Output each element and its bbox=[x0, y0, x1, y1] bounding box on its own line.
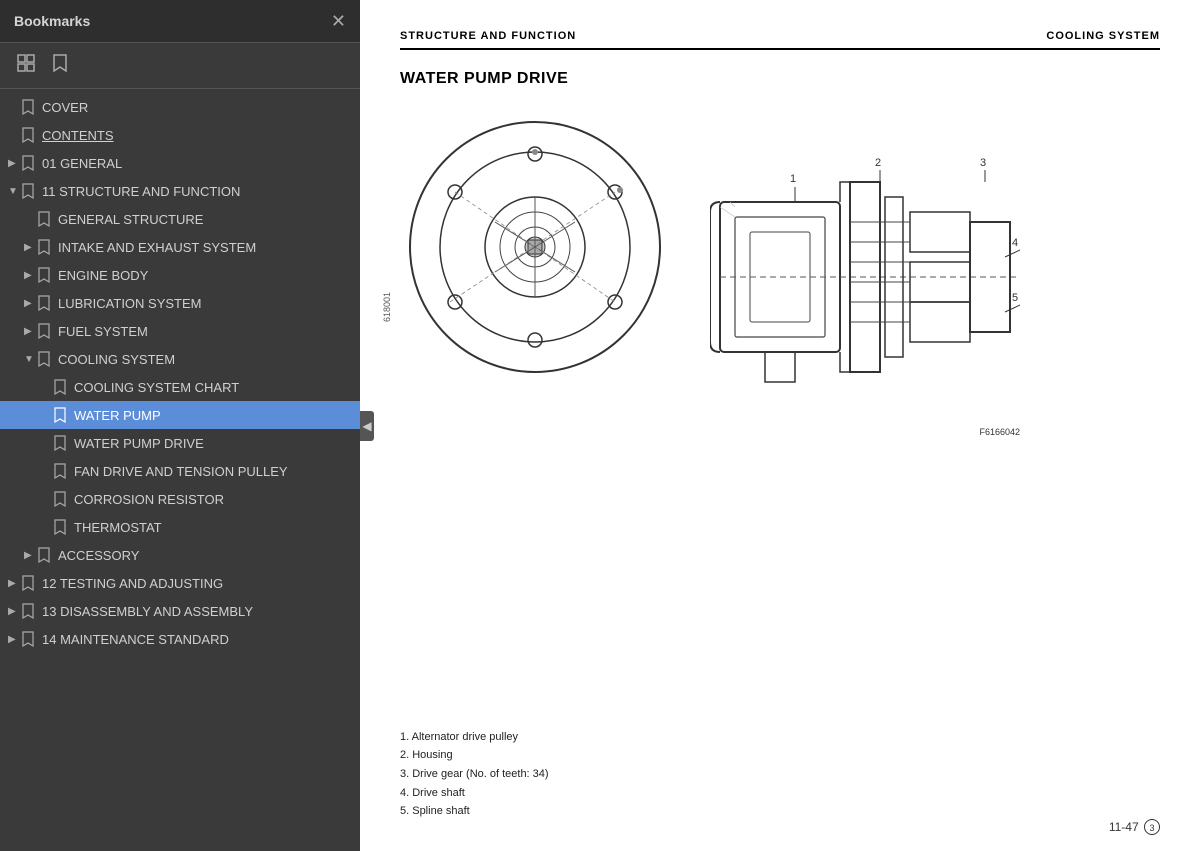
sidebar-toolbar bbox=[0, 43, 360, 89]
bookmark-icon-fuel-system bbox=[38, 323, 52, 339]
bookmark-icon-fan-drive bbox=[54, 463, 68, 479]
bookmark-icon-12-testing bbox=[22, 575, 36, 591]
fig-label-f6166042: F6166042 bbox=[979, 427, 1020, 437]
item-label-13-disassembly: 13 DISASSEMBLY AND ASSEMBLY bbox=[42, 604, 352, 619]
sidebar-item-11-structure[interactable]: ▼11 STRUCTURE AND FUNCTION bbox=[0, 177, 360, 205]
bookmark-icon-thermostat bbox=[54, 519, 68, 535]
item-label-cooling-system: COOLING SYSTEM bbox=[58, 352, 352, 367]
item-label-engine-body: ENGINE BODY bbox=[58, 268, 352, 283]
sidebar-item-lubrication[interactable]: ▶LUBRICATION SYSTEM bbox=[0, 289, 360, 317]
item-label-contents: CONTENTS bbox=[42, 128, 352, 143]
doc-header: STRUCTURE AND FUNCTION COOLING SYSTEM bbox=[400, 30, 1160, 50]
sidebar-item-fan-drive[interactable]: ▶FAN DRIVE AND TENSION PULLEY bbox=[0, 457, 360, 485]
item-label-general-structure: GENERAL STRUCTURE bbox=[58, 212, 352, 227]
bookmark-icon-water-pump-drive bbox=[54, 435, 68, 451]
item-label-accessory: ACCESSORY bbox=[58, 548, 352, 563]
legend-item: 2. Housing bbox=[400, 746, 1160, 765]
sidebar-item-general-structure[interactable]: ▶GENERAL STRUCTURE bbox=[0, 205, 360, 233]
main-content: STRUCTURE AND FUNCTION COOLING SYSTEM WA… bbox=[360, 0, 1200, 851]
section-title: WATER PUMP DRIVE bbox=[400, 70, 1160, 88]
legend-item: 1. Alternator drive pulley bbox=[400, 728, 1160, 747]
collapse-sidebar-handle[interactable]: ◀ bbox=[360, 411, 374, 441]
item-label-fan-drive: FAN DRIVE AND TENSION PULLEY bbox=[74, 464, 352, 479]
svg-text:3: 3 bbox=[980, 157, 986, 169]
item-label-corrosion: CORROSION RESISTOR bbox=[74, 492, 352, 507]
close-button[interactable]: ✕ bbox=[331, 12, 346, 30]
item-label-thermostat: THERMOSTAT bbox=[74, 520, 352, 535]
bookmark-icon-corrosion bbox=[54, 491, 68, 507]
bookmark-icon-accessory bbox=[38, 547, 52, 563]
bookmark-icon-lubrication bbox=[38, 295, 52, 311]
legend-section: 1. Alternator drive pulley2. Housing3. D… bbox=[400, 728, 1160, 821]
sidebar-item-accessory[interactable]: ▶ACCESSORY bbox=[0, 541, 360, 569]
bookmark-icon-water-pump bbox=[54, 407, 68, 423]
item-label-cooling-chart: COOLING SYSTEM CHART bbox=[74, 380, 352, 395]
sidebar-item-13-disassembly[interactable]: ▶13 DISASSEMBLY AND ASSEMBLY bbox=[0, 597, 360, 625]
legend-item: 5. Spline shaft bbox=[400, 802, 1160, 821]
svg-text:4: 4 bbox=[1012, 237, 1018, 249]
bookmark-icon-01-general bbox=[22, 155, 36, 171]
bookmark-icon-cooling-chart bbox=[54, 379, 68, 395]
bookmark-tool-button[interactable] bbox=[48, 51, 72, 80]
sidebar-item-corrosion[interactable]: ▶CORROSION RESISTOR bbox=[0, 485, 360, 513]
pump-face-svg bbox=[400, 112, 670, 382]
sidebar-tree: ▶COVER▶CONTENTS▶01 GENERAL▼11 STRUCTURE … bbox=[0, 89, 360, 851]
sidebar-item-14-maintenance[interactable]: ▶14 MAINTENANCE STANDARD bbox=[0, 625, 360, 653]
svg-text:5: 5 bbox=[1012, 292, 1018, 304]
document-page: STRUCTURE AND FUNCTION COOLING SYSTEM WA… bbox=[360, 0, 1200, 851]
doc-header-left: STRUCTURE AND FUNCTION bbox=[400, 30, 576, 42]
sidebar-item-water-pump[interactable]: ▶WATER PUMP bbox=[0, 401, 360, 429]
svg-text:1: 1 bbox=[790, 173, 796, 185]
sidebar-item-intake-exhaust[interactable]: ▶INTAKE AND EXHAUST SYSTEM bbox=[0, 233, 360, 261]
legend-item: 4. Drive shaft bbox=[400, 784, 1160, 803]
legend-item: 3. Drive gear (No. of teeth: 34) bbox=[400, 765, 1160, 784]
svg-text:2: 2 bbox=[875, 157, 881, 169]
sidebar: Bookmarks ✕ ▶COVER▶CONTENTS▶01 GENERAL▼1… bbox=[0, 0, 360, 851]
sidebar-item-engine-body[interactable]: ▶ENGINE BODY bbox=[0, 261, 360, 289]
bookmark-icon-11-structure bbox=[22, 183, 36, 199]
bookmark-icon-cooling-system bbox=[38, 351, 52, 367]
bookmark-icon-engine-body bbox=[38, 267, 52, 283]
item-label-cover: COVER bbox=[42, 100, 352, 115]
bookmark-icon-14-maintenance bbox=[22, 631, 36, 647]
item-label-intake-exhaust: INTAKE AND EXHAUST SYSTEM bbox=[58, 240, 352, 255]
item-label-fuel-system: FUEL SYSTEM bbox=[58, 324, 352, 339]
doc-header-right: COOLING SYSTEM bbox=[1046, 30, 1160, 42]
sidebar-item-thermostat[interactable]: ▶THERMOSTAT bbox=[0, 513, 360, 541]
bookmark-icon-contents bbox=[22, 127, 36, 143]
diagrams-row: 618001 bbox=[400, 112, 1160, 698]
item-label-14-maintenance: 14 MAINTENANCE STANDARD bbox=[42, 632, 352, 647]
pump-section-diagram: 1 2 3 4 5 bbox=[710, 122, 1020, 432]
sidebar-item-12-testing[interactable]: ▶12 TESTING AND ADJUSTING bbox=[0, 569, 360, 597]
sidebar-item-water-pump-drive[interactable]: ▶WATER PUMP DRIVE bbox=[0, 429, 360, 457]
fig-label-618001: 618001 bbox=[382, 292, 392, 322]
bookmark-icon-intake-exhaust bbox=[38, 239, 52, 255]
sidebar-title: Bookmarks bbox=[14, 13, 90, 29]
bookmark-icon-general-structure bbox=[38, 211, 52, 227]
item-label-water-pump: WATER PUMP bbox=[74, 408, 352, 423]
sidebar-item-cooling-chart[interactable]: ▶COOLING SYSTEM CHART bbox=[0, 373, 360, 401]
sidebar-item-01-general[interactable]: ▶01 GENERAL bbox=[0, 149, 360, 177]
sidebar-item-fuel-system[interactable]: ▶FUEL SYSTEM bbox=[0, 317, 360, 345]
item-label-water-pump-drive: WATER PUMP DRIVE bbox=[74, 436, 352, 451]
bookmark-icon-13-disassembly bbox=[22, 603, 36, 619]
bookmark-icon-cover bbox=[22, 99, 36, 115]
item-label-01-general: 01 GENERAL bbox=[42, 156, 352, 171]
pump-face-diagram: 618001 bbox=[400, 112, 670, 382]
grid-view-button[interactable] bbox=[12, 51, 40, 80]
item-label-lubrication: LUBRICATION SYSTEM bbox=[58, 296, 352, 311]
sidebar-header: Bookmarks ✕ bbox=[0, 0, 360, 43]
sidebar-item-cooling-system[interactable]: ▼COOLING SYSTEM bbox=[0, 345, 360, 373]
sidebar-item-cover[interactable]: ▶COVER bbox=[0, 93, 360, 121]
item-label-12-testing: 12 TESTING AND ADJUSTING bbox=[42, 576, 352, 591]
page-number: 11-47 3 bbox=[1109, 819, 1160, 835]
sidebar-item-contents[interactable]: ▶CONTENTS bbox=[0, 121, 360, 149]
item-label-11-structure: 11 STRUCTURE AND FUNCTION bbox=[42, 184, 352, 199]
pump-section-svg: 1 2 3 4 5 bbox=[710, 122, 1020, 432]
